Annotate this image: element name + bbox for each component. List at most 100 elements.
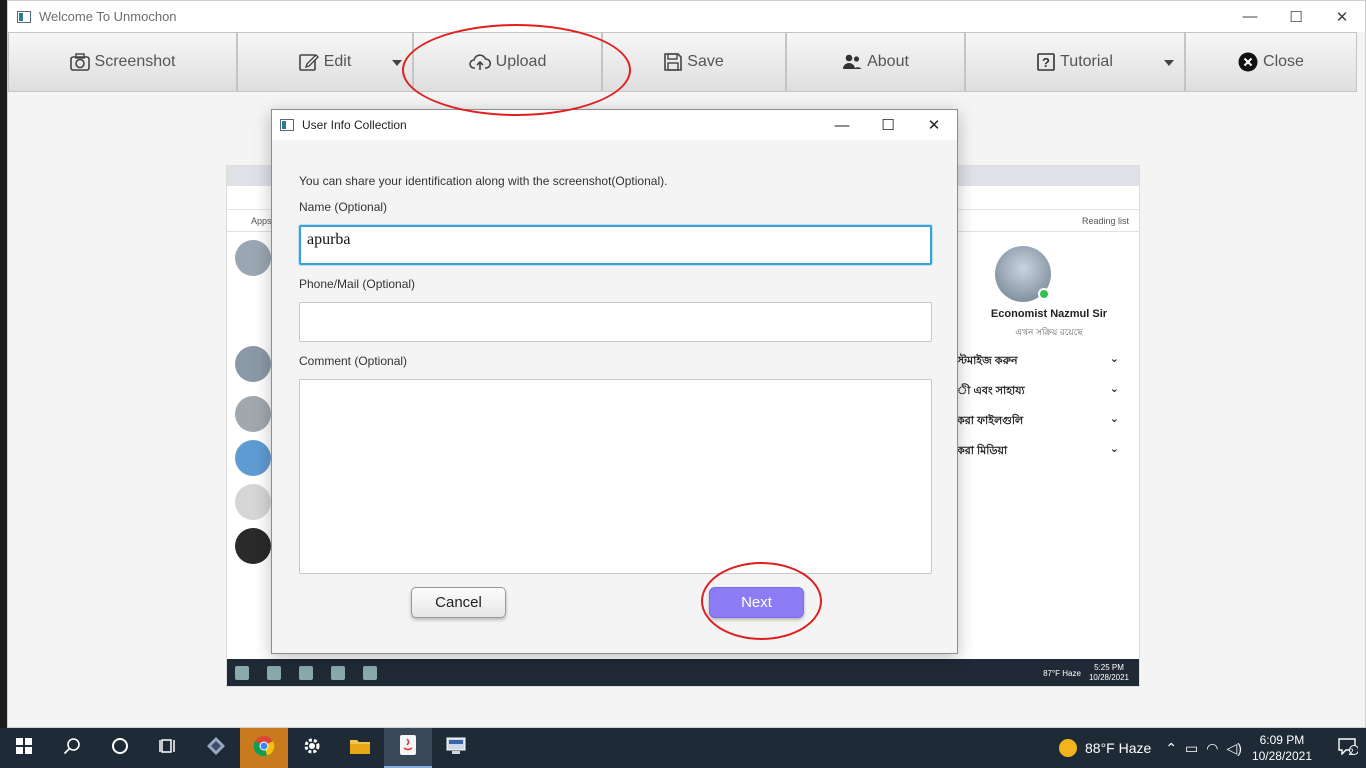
cortana-icon [299, 665, 313, 680]
minimize-button[interactable]: — [1227, 1, 1273, 32]
notification-count: 2 [1348, 747, 1354, 757]
help-icon: ? [1037, 53, 1055, 71]
taskbar-clock[interactable]: 6:09 PM 10/28/2021 [1252, 732, 1312, 764]
dialog-close-button[interactable]: ✕ [911, 110, 957, 140]
remote-desktop-icon [445, 736, 467, 761]
chevron-down-icon: ⌄ [1109, 383, 1119, 395]
preview-profile-status: এখন সক্রিয় রয়েছে [1015, 327, 1083, 337]
preview-menu-item: স্টমাইজ করুন ⌄ [957, 352, 1127, 371]
edit-label: Edit [323, 53, 352, 70]
save-icon [664, 53, 683, 71]
preview-reading-list: Reading list [1081, 216, 1129, 226]
about-label: About [867, 53, 909, 70]
phone-mail-input-value [300, 303, 931, 311]
preview-profile-name: Economist Nazmul Sir [990, 308, 1108, 320]
chevron-down-icon: ⌄ [1109, 353, 1119, 365]
preview-menu-item: করা মিডিয়া ⌄ [957, 442, 1127, 461]
avatar [235, 440, 271, 476]
comment-textarea[interactable] [299, 379, 932, 574]
java-icon [398, 734, 418, 761]
maximize-button[interactable]: ☐ [1273, 1, 1319, 32]
taskbar-app-diamond[interactable] [192, 728, 240, 768]
close-window-button[interactable]: ✕ [1319, 1, 1365, 32]
dialog-title: User Info Collection [302, 118, 407, 132]
weather-sun-icon [1059, 739, 1078, 757]
name-input-value: apurba [307, 231, 351, 248]
preview-taskbar: 87°F Haze 5:25 PM 10/28/2021 [227, 659, 1139, 686]
upload-label: Upload [495, 53, 547, 70]
chevron-down-icon: ⌄ [1109, 443, 1119, 455]
close-label: Close [1263, 53, 1304, 70]
online-indicator [1038, 288, 1050, 300]
screenshot-label: Screenshot [94, 53, 176, 70]
dialog-titlebar: User Info Collection — ☐ ✕ [272, 110, 957, 140]
app-titlebar: Welcome To Unmochon — ☐ ✕ [8, 1, 1365, 32]
app-icon [17, 10, 31, 23]
svg-text:?: ? [1042, 55, 1050, 70]
name-input[interactable]: apurba [299, 225, 932, 265]
app-title: Welcome To Unmochon [39, 9, 177, 24]
tutorial-label: Tutorial [1060, 53, 1113, 70]
cloud-upload-icon [468, 53, 491, 71]
task-view-button[interactable] [144, 728, 192, 768]
dialog-minimize-button[interactable]: — [819, 110, 865, 140]
save-label: Save [687, 53, 724, 70]
edit-button[interactable]: Edit [237, 32, 413, 92]
dialog-window-controls: — ☐ ✕ [819, 110, 957, 140]
avatar [235, 240, 271, 276]
about-button[interactable]: About [786, 32, 965, 92]
gear-icon [302, 736, 322, 761]
avatar [235, 484, 271, 520]
next-button[interactable]: Next [709, 587, 804, 618]
weather-text: 88°F Haze [1085, 740, 1152, 756]
upload-button[interactable]: Upload [413, 32, 602, 92]
chrome-icon [253, 735, 275, 762]
battery-icon[interactable]: ▭ [1185, 740, 1198, 757]
taskbar-app-remote[interactable] [432, 728, 480, 768]
taskbar-app-explorer[interactable] [336, 728, 384, 768]
task-view-icon [159, 737, 177, 760]
search-icon [267, 665, 281, 680]
cortana-button[interactable] [96, 728, 144, 768]
screenshot-button[interactable]: Screenshot [8, 32, 237, 92]
dialog-intro-text: You can share your identification along … [299, 174, 668, 188]
search-button[interactable] [48, 728, 96, 768]
edit-icon [298, 52, 319, 72]
wifi-icon[interactable]: ◠ [1206, 740, 1218, 757]
start-button[interactable] [0, 728, 48, 768]
preview-menu-item: ী এবং সাহায্য ⌄ [957, 382, 1127, 401]
taskbar-app-settings[interactable] [288, 728, 336, 768]
tutorial-button[interactable]: ? Tutorial [965, 32, 1185, 92]
window-controls: — ☐ ✕ [1227, 1, 1365, 32]
windows-taskbar: 88°F Haze ⌃ ▭ ◠ ◁) 6:09 PM 10/28/2021 2 [0, 728, 1366, 768]
windows-icon [16, 737, 32, 759]
diamond-app-icon [206, 736, 226, 761]
avatar [235, 528, 271, 564]
volume-icon[interactable]: ◁) [1227, 740, 1242, 757]
chevron-up-icon[interactable]: ⌃ [1165, 740, 1177, 757]
save-button[interactable]: Save [602, 32, 786, 92]
chrome-icon [363, 665, 377, 680]
preview-tray: 87°F Haze 5:25 PM 10/28/2021 [1043, 663, 1129, 682]
comment-label: Comment (Optional) [299, 354, 408, 368]
preview-profile-panel: Economist Nazmul Sir এখন সক্রিয় রয়েছে … [957, 232, 1139, 662]
notifications-button[interactable]: 2 [1326, 737, 1366, 760]
close-button[interactable]: Close [1185, 32, 1357, 92]
taskbar-app-java[interactable] [384, 728, 432, 768]
phone-mail-label: Phone/Mail (Optional) [299, 277, 416, 291]
phone-mail-input[interactable] [299, 302, 932, 342]
comment-textarea-value [300, 380, 931, 388]
toolbar: Screenshot Edit Upload Save About ? Tuto… [8, 32, 1365, 92]
chevron-down-icon[interactable] [392, 60, 402, 66]
preview-menu-item: করা ফাইলগুলি ⌄ [957, 412, 1127, 431]
taskbar-app-chrome[interactable] [240, 728, 288, 768]
chevron-down-icon[interactable] [1164, 60, 1174, 66]
folder-icon [349, 737, 371, 760]
weather-widget[interactable]: 88°F Haze [1059, 739, 1151, 757]
cancel-button[interactable]: Cancel [411, 587, 506, 618]
clock-date: 10/28/2021 [1251, 749, 1312, 763]
users-icon [842, 54, 862, 70]
clock-time: 6:09 PM [1259, 733, 1305, 747]
avatar [235, 346, 271, 382]
dialog-maximize-button[interactable]: ☐ [865, 110, 911, 140]
